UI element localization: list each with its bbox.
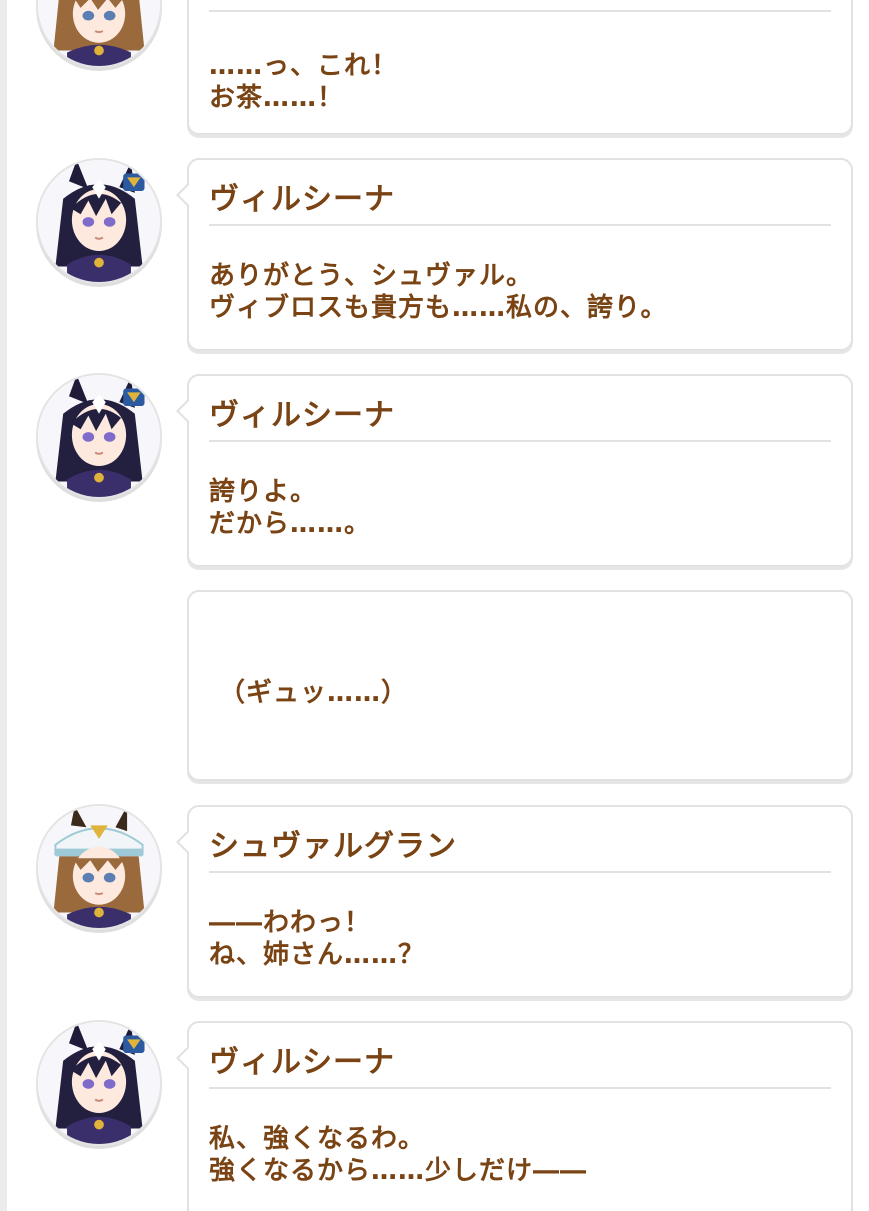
speaker-name: シュヴァルグラン: [209, 829, 457, 864]
narration-text: （ギュッ……）: [219, 678, 409, 708]
dialogue-line: ……っ、これ！: [209, 51, 399, 81]
divider: [209, 10, 831, 12]
dialogue-text: ――わわっ！ ね、姉さん……？: [209, 907, 425, 971]
dialogue-bubble: ヴィルシーナ 私、強くなるわ。 強くなるから……少しだけ――: [176, 1021, 853, 1211]
narration-bubble: （ギュッ……）: [187, 590, 853, 781]
bubble-tail: [176, 829, 190, 855]
verxina-avatar-icon: [36, 158, 162, 284]
dialogue-line: 私、強くなるわ。: [209, 1124, 426, 1154]
divider: [209, 440, 831, 442]
divider: [209, 1087, 831, 1089]
verxina-avatar-icon: [36, 373, 162, 499]
dialogue-line: ――わわっ！: [209, 908, 372, 938]
dialogue-text: ……っ、これ！ お茶……！: [209, 50, 398, 114]
dialogue-text: ありがとう、シュヴァル。 ヴィブロスも貴方も……私の、誇り。: [209, 260, 667, 324]
divider: [209, 871, 831, 873]
speaker-name: ヴィルシーナ: [209, 1045, 395, 1080]
dialogue-text: 誇りよ。 だから……。: [209, 476, 371, 540]
verxina-avatar-icon: [36, 1020, 162, 1146]
divider: [209, 224, 831, 226]
dialogue-bubble: シュヴァルグラン ――わわっ！ ね、姉さん……？: [176, 805, 853, 998]
dialogue-bubble: ……っ、これ！ お茶……！: [187, 0, 853, 135]
schwarzgran-avatar-icon: [36, 804, 162, 930]
dialogue-bubble: ヴィルシーナ 誇りよ。 だから……。: [176, 374, 853, 567]
dialogue-line: お茶……！: [209, 83, 345, 113]
dialogue-line: 誇りよ。: [209, 477, 318, 507]
dialogue-bubble: ヴィルシーナ ありがとう、シュヴァル。 ヴィブロスも貴方も……私の、誇り。: [176, 158, 853, 351]
bubble-tail: [176, 398, 190, 424]
dialogue-line: 強くなるから……少しだけ――: [209, 1156, 588, 1186]
speaker-name: ヴィルシーナ: [209, 398, 395, 433]
dialogue-line: だから……。: [209, 509, 372, 539]
speaker-name: ヴィルシーナ: [209, 182, 395, 217]
bubble-tail: [176, 182, 190, 208]
dialogue-line: ヴィブロスも貴方も……私の、誇り。: [209, 293, 668, 323]
left-scroll-rail: [0, 0, 7, 1211]
dialogue-line: ね、姉さん……？: [209, 940, 426, 970]
schwarzgran-avatar-icon: [36, 0, 162, 68]
dialogue-text: 私、強くなるわ。 強くなるから……少しだけ――: [209, 1123, 587, 1187]
dialogue-line: ありがとう、シュヴァル。: [209, 261, 534, 291]
bubble-tail: [176, 1045, 190, 1071]
